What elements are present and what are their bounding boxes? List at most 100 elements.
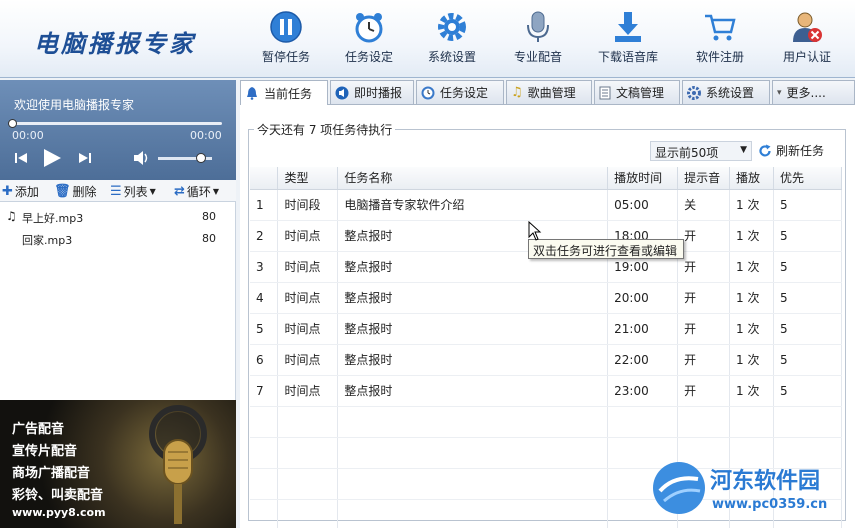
pro-voice-button[interactable]: 专业配音 [498, 6, 578, 72]
pause-icon [270, 11, 302, 43]
tab-more[interactable]: ▾ 更多.... [772, 80, 855, 104]
loop-label: 循环 [186, 185, 211, 199]
register-button[interactable]: 软件注册 [680, 6, 760, 72]
table-cell: 1 次 [729, 313, 774, 345]
chevron-down-icon: ▼ [212, 187, 220, 196]
next-icon[interactable] [74, 148, 94, 168]
table-cell: 21:00 [607, 313, 679, 345]
pause-task-button[interactable]: 暂停任务 [246, 6, 326, 72]
table-cell [337, 499, 609, 528]
volume-icon[interactable] [132, 148, 152, 168]
table-cell: 1 [250, 189, 279, 221]
playlist-toolbar: ✚ 添加 🗑 删除 ☰ 列表 ▼ ⇄ 循环 ▼ [0, 180, 236, 202]
tab-song-management[interactable]: ♫ 歌曲管理 [506, 80, 592, 104]
trash-icon: 🗑 [54, 184, 71, 199]
table-cell: 开 [677, 344, 731, 376]
column-header[interactable]: 类型 [277, 167, 339, 190]
document-icon [599, 86, 611, 99]
add-button[interactable]: ✚ 添加 [2, 183, 39, 200]
play-icon[interactable] [40, 147, 64, 169]
table-cell [677, 406, 731, 438]
gear-icon [438, 13, 466, 41]
column-header[interactable]: 优先 [773, 167, 842, 190]
table-cell: 开 [677, 251, 731, 283]
alarm-clock-icon [355, 13, 383, 43]
table-cell: 时间点 [277, 251, 339, 283]
ad-line: 广告配音 [12, 422, 65, 437]
progress-bar[interactable] [8, 119, 222, 128]
table-row[interactable]: 1 时间段 电脑播音专家软件介绍 05:00 关 1 次5 [250, 189, 842, 221]
table-row[interactable]: 5 时间点 整点报时 21:00 开 1 次5 [250, 313, 842, 345]
column-header[interactable]: 提示音 [677, 167, 731, 190]
column-header[interactable]: 播放 [729, 167, 774, 190]
display-limit-select[interactable]: 显示前50项 ▼ [650, 141, 752, 161]
delete-button[interactable]: 🗑 删除 [54, 183, 97, 200]
tab-label: 即时播报 [354, 86, 403, 100]
tab-instant-broadcast[interactable]: 即时播报 [330, 80, 414, 104]
current-tasks-panel: 今天还有 7 项任务待执行 显示前50项 ▼ 刷新任务 类型 任务名称 播放时间… [240, 104, 855, 528]
table-cell: 时间点 [277, 344, 339, 376]
ad-line: 商场广播配音 [12, 466, 91, 481]
table-cell: 关 [677, 189, 731, 221]
add-label: 添加 [14, 185, 39, 199]
task-settings-label: 任务设定 [344, 50, 393, 64]
list-label: 列表 [123, 185, 148, 199]
column-header[interactable]: 播放时间 [607, 167, 679, 190]
table-cell: 20:00 [607, 282, 679, 314]
table-cell [773, 406, 842, 438]
chevron-down-icon: ▼ [740, 145, 747, 155]
table-cell: 整点报时 [337, 344, 609, 376]
time-current: 00:00 [12, 129, 44, 142]
tab-label: 歌曲管理 [527, 86, 576, 100]
table-cell: 6 [250, 344, 279, 376]
tab-system-settings[interactable]: 系统设置 [682, 80, 770, 104]
bell-icon [247, 87, 257, 100]
ad-banner[interactable]: 广告配音 宣传片配音 商场广播配音 彩铃、叫卖配音 www.pyy8.com [0, 400, 236, 528]
top-toolbar: 电脑播报专家 暂停任务 任务设定 系统设置 专业配音 下载语音库 软件注册 用户… [0, 0, 855, 78]
loop-button[interactable]: ⇄ 循环 ▼ [174, 183, 219, 200]
ad-url: www.pyy8.com [12, 506, 106, 519]
download-voice-button[interactable]: 下载语音库 [588, 6, 668, 72]
table-cell: 4 [250, 282, 279, 314]
table-row[interactable]: 4 时间点 整点报时 20:00 开 1 次5 [250, 282, 842, 314]
table-row[interactable]: 6 时间点 整点报时 22:00 开 1 次5 [250, 344, 842, 376]
playlist-item[interactable]: ♫ 早上好.mp3 80 [0, 206, 236, 226]
task-settings-button[interactable]: 任务设定 [329, 6, 409, 72]
playlist-item-name: 回家.mp3 [22, 234, 73, 247]
cart-icon [705, 14, 736, 41]
table-cell [337, 468, 609, 500]
tab-label: 系统设置 [706, 86, 755, 100]
pause-task-label: 暂停任务 [261, 50, 310, 64]
volume-knob[interactable] [196, 153, 207, 163]
user-auth-button[interactable]: 用户认证 [767, 6, 847, 72]
table-cell [250, 406, 279, 438]
tab-current-tasks[interactable]: 当前任务 [240, 80, 328, 105]
table-row[interactable]: 7 时间点 整点报时 23:00 开 1 次5 [250, 375, 842, 407]
tab-task-settings[interactable]: 任务设定 [416, 80, 504, 104]
list-button[interactable]: ☰ 列表 ▼ [110, 183, 156, 200]
table-cell: 5 [773, 189, 842, 221]
system-settings-button[interactable]: 系统设置 [412, 6, 492, 72]
user-auth-label: 用户认证 [782, 50, 831, 64]
table-header-row: 类型 任务名称 播放时间 提示音 播放 优先 [250, 167, 842, 190]
loop-icon: ⇄ [174, 184, 185, 199]
playlist-item[interactable]: 回家.mp3 80 [0, 228, 236, 248]
welcome-text: 欢迎使用电脑播报专家 [14, 98, 135, 112]
column-header[interactable] [250, 167, 279, 190]
register-label: 软件注册 [695, 50, 744, 64]
table-cell: 时间段 [277, 189, 339, 221]
playlist-item-name: 早上好.mp3 [22, 212, 84, 225]
download-icon [615, 12, 641, 42]
table-cell: 1 次 [729, 189, 774, 221]
ad-line: 宣传片配音 [12, 444, 78, 459]
table-cell: 整点报时 [337, 282, 609, 314]
progress-knob[interactable] [8, 119, 17, 128]
table-cell: 开 [677, 313, 731, 345]
gear-icon [687, 85, 701, 100]
column-header[interactable]: 任务名称 [337, 167, 609, 190]
empty-row [250, 406, 842, 438]
refresh-tasks-button[interactable]: 刷新任务 [758, 142, 824, 159]
previous-icon[interactable] [12, 148, 32, 168]
playlist-item-value: 80 [202, 210, 216, 223]
tab-script-management[interactable]: 文稿管理 [594, 80, 680, 104]
